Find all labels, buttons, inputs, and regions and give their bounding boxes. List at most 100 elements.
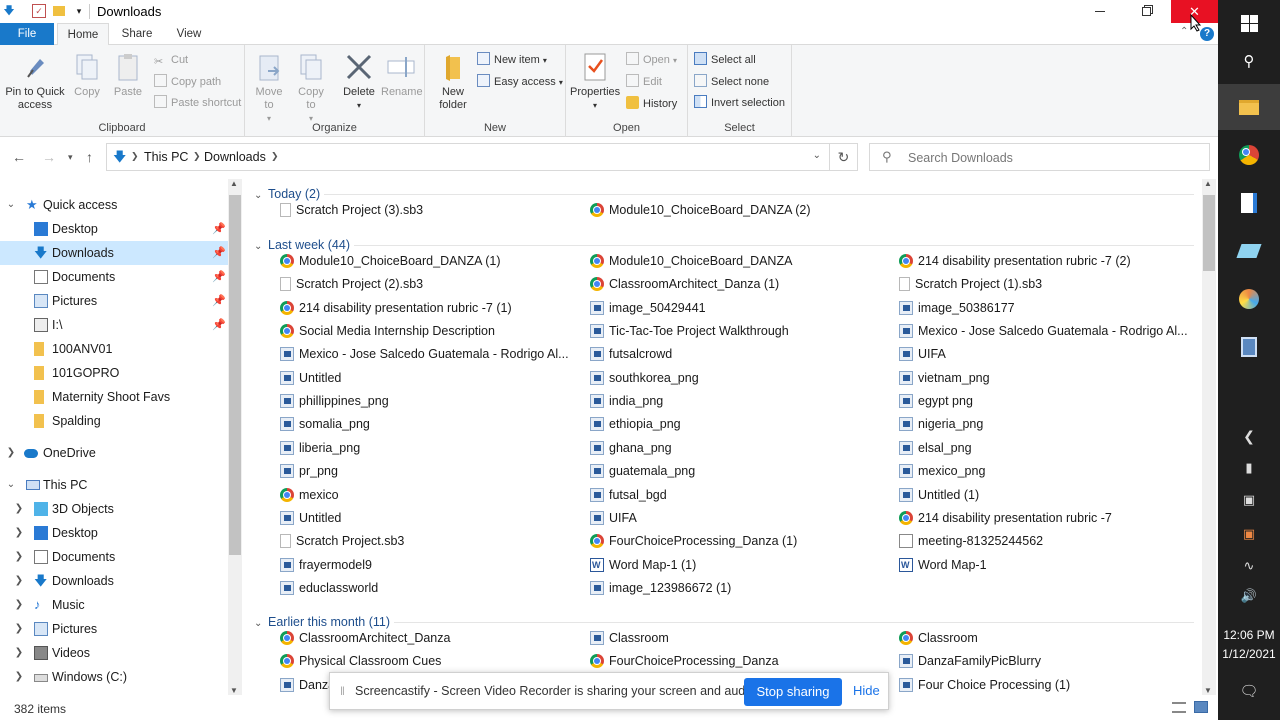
expand-chevron-icon[interactable]: ❯: [12, 569, 26, 593]
paint-taskbar-button[interactable]: [1218, 276, 1280, 322]
clock[interactable]: 12:06 PM 1/12/2021: [1218, 626, 1280, 664]
move-to-button[interactable]: Move to ▾: [251, 51, 287, 125]
file-item[interactable]: Classroom: [899, 627, 1189, 649]
ribbon-collapse-icon[interactable]: ⌃: [1180, 26, 1188, 37]
tab-view[interactable]: View: [165, 23, 213, 45]
expand-chevron-icon[interactable]: ❯: [12, 617, 26, 641]
nav-pc-videos[interactable]: ❯ Videos: [0, 641, 228, 665]
file-item[interactable]: image_50386177: [899, 297, 1189, 319]
file-item[interactable]: FourChoiceProcessing_Danza (1): [590, 530, 880, 552]
file-item[interactable]: frayermodel9: [280, 554, 570, 576]
file-item[interactable]: nigeria_png: [899, 413, 1189, 435]
screencast-tray-icon[interactable]: ▣: [1218, 526, 1280, 542]
nav-pc-desktop[interactable]: ❯ Desktop: [0, 521, 228, 545]
volume-icon[interactable]: 🔊: [1218, 588, 1280, 604]
restore-button[interactable]: [1123, 0, 1169, 23]
file-item[interactable]: elsal_png: [899, 437, 1189, 459]
properties-button[interactable]: Properties ▾: [570, 51, 620, 112]
paste-button[interactable]: Paste: [110, 51, 146, 99]
new-folder-button[interactable]: New folder: [433, 51, 473, 112]
large-icons-view-icon[interactable]: [1194, 701, 1208, 713]
up-arrow-icon[interactable]: ↑: [86, 149, 93, 165]
file-item[interactable]: Word Map-1: [899, 554, 1189, 576]
file-item[interactable]: pr_png: [280, 460, 570, 482]
file-item[interactable]: phillippines_png: [280, 390, 570, 412]
file-item[interactable]: 214 disability presentation rubric -7 (1…: [280, 297, 570, 319]
file-item[interactable]: educlassworld: [280, 577, 570, 599]
pin-to-quick-access-button[interactable]: Pin to Quick access: [4, 51, 66, 112]
file-item[interactable]: Untitled (1): [899, 484, 1189, 506]
select-all-button[interactable]: Select all: [694, 51, 756, 69]
file-item[interactable]: 214 disability presentation rubric -7 (2…: [899, 250, 1189, 272]
search-placeholder[interactable]: Search Downloads: [908, 151, 1013, 165]
scroll-up-icon[interactable]: ▲: [1204, 179, 1212, 188]
copy-button[interactable]: Copy: [68, 51, 106, 99]
file-explorer-taskbar-button[interactable]: [1218, 84, 1280, 130]
help-icon[interactable]: ?: [1200, 27, 1214, 41]
file-item[interactable]: Mexico - Jose Salcedo Guatemala - Rodrig…: [280, 343, 570, 365]
details-view-icon[interactable]: [1172, 702, 1186, 713]
breadcrumb-separator-icon[interactable]: ❯: [131, 151, 139, 162]
file-item[interactable]: Tic-Tac-Toe Project Walkthrough: [590, 320, 880, 342]
file-item[interactable]: Scratch Project.sb3: [280, 530, 570, 552]
breadcrumb-separator-icon[interactable]: ❯: [193, 151, 201, 162]
wifi-icon[interactable]: ∿: [1218, 558, 1280, 574]
expand-chevron-icon[interactable]: ❯: [12, 497, 26, 521]
content-scrollbar-thumb[interactable]: [1203, 195, 1215, 271]
file-item[interactable]: Classroom: [590, 627, 880, 649]
file-item[interactable]: Scratch Project (3).sb3: [280, 199, 570, 221]
file-item[interactable]: image_123986672 (1): [590, 577, 880, 599]
breadcrumb-this-pc[interactable]: This PC: [144, 150, 188, 164]
expand-chevron-icon[interactable]: ❯: [4, 441, 18, 465]
file-item[interactable]: futsalcrowd: [590, 343, 880, 365]
nav-pc-documents[interactable]: ❯ Documents: [0, 545, 228, 569]
nav-pc-music[interactable]: ❯ ♪ Music: [0, 593, 228, 617]
notifications-icon[interactable]: 🗨: [1218, 682, 1280, 700]
nav-item-100anv01[interactable]: 100ANV01: [0, 337, 228, 361]
open-button[interactable]: Open ▾: [626, 51, 677, 69]
new-folder-quick-icon[interactable]: [53, 6, 65, 16]
collapse-chevron-icon[interactable]: ⌄: [254, 237, 268, 257]
file-item[interactable]: Physical Classroom Cues: [280, 650, 570, 672]
file-item[interactable]: Module10_ChoiceBoard_DANZA: [590, 250, 880, 272]
file-item[interactable]: futsal_bgd: [590, 484, 880, 506]
file-item[interactable]: Untitled: [280, 367, 570, 389]
nav-onedrive[interactable]: ❯ OneDrive: [0, 441, 228, 465]
calculator-taskbar-button[interactable]: [1218, 324, 1280, 370]
nav-pc-3d-objects[interactable]: ❯ 3D Objects: [0, 497, 228, 521]
file-item[interactable]: egypt png: [899, 390, 1189, 412]
pin-icon[interactable]: 📌: [212, 241, 226, 265]
nav-scrollbar-thumb[interactable]: [229, 195, 241, 555]
file-item[interactable]: guatemala_png: [590, 460, 880, 482]
nav-pc-windows-c[interactable]: ❯ Windows (C:): [0, 665, 228, 689]
file-item[interactable]: ClassroomArchitect_Danza (1): [590, 273, 880, 295]
pin-icon[interactable]: 📌: [212, 289, 226, 313]
scroll-up-icon[interactable]: ▲: [230, 179, 238, 188]
pin-icon[interactable]: 📌: [212, 217, 226, 241]
rename-button[interactable]: Rename: [381, 51, 423, 99]
stop-sharing-button[interactable]: Stop sharing: [744, 678, 842, 706]
show-hidden-icons-chevron-icon[interactable]: ❮: [1218, 428, 1280, 445]
forward-arrow-icon[interactable]: →: [42, 149, 56, 165]
file-item[interactable]: Four Choice Processing (1): [899, 674, 1189, 696]
expand-chevron-icon[interactable]: ❯: [12, 665, 26, 689]
back-arrow-icon[interactable]: ←: [12, 149, 26, 165]
chrome-taskbar-button[interactable]: [1218, 132, 1280, 178]
file-item[interactable]: Untitled: [280, 507, 570, 529]
copy-path-button[interactable]: Copy path: [154, 73, 221, 91]
nav-item-101gopro[interactable]: 101GOPRO: [0, 361, 228, 385]
file-item[interactable]: FourChoiceProcessing_Danza: [590, 650, 880, 672]
file-item[interactable]: Module10_ChoiceBoard_DANZA (2): [590, 199, 880, 221]
expand-chevron-icon[interactable]: ❯: [12, 521, 26, 545]
file-item[interactable]: ethiopia_png: [590, 413, 880, 435]
drag-handle-icon[interactable]: ‖: [340, 684, 345, 698]
file-item[interactable]: Mexico - Jose Salcedo Guatemala - Rodrig…: [899, 320, 1189, 342]
file-item[interactable]: ghana_png: [590, 437, 880, 459]
file-item[interactable]: UIFA: [590, 507, 880, 529]
expand-chevron-icon[interactable]: ❯: [12, 545, 26, 569]
breadcrumb-separator-icon[interactable]: ❯: [271, 151, 279, 162]
expand-chevron-icon[interactable]: ⌄: [4, 473, 18, 497]
file-item[interactable]: Scratch Project (2).sb3: [280, 273, 570, 295]
nav-item-downloads[interactable]: 🡇 Downloads 📌: [0, 241, 228, 265]
nav-item-documents[interactable]: Documents 📌: [0, 265, 228, 289]
